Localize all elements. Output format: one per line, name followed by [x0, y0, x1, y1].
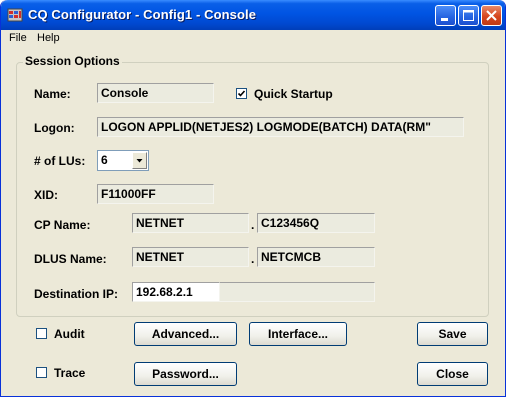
lus-value: 6: [101, 153, 108, 167]
trace-label[interactable]: Trace: [54, 366, 85, 380]
menu-file[interactable]: File: [9, 32, 27, 44]
audit-label[interactable]: Audit: [54, 327, 85, 341]
maximize-icon: [463, 10, 474, 21]
menu-help[interactable]: Help: [37, 32, 60, 44]
cp-name-field-2[interactable]: C123456Q: [257, 213, 375, 233]
close-button[interactable]: Close: [417, 362, 488, 386]
name-field[interactable]: Console: [97, 83, 214, 103]
dlus-name-label: DLUS Name:: [34, 252, 107, 266]
advanced-button[interactable]: Advanced...: [134, 322, 237, 346]
maximize-button[interactable]: [458, 5, 479, 26]
lus-select[interactable]: 6: [97, 150, 149, 171]
configurator-window: CQ Configurator - Config1 - Console File…: [0, 0, 506, 397]
minimize-icon: [441, 18, 448, 21]
dlus-name-field-2[interactable]: NETCMCB: [257, 247, 375, 267]
dlus-name-separator: .: [251, 252, 255, 266]
quick-startup-label[interactable]: Quick Startup: [254, 87, 333, 101]
dlus-name-field-1[interactable]: NETNET: [132, 247, 249, 267]
audit-checkbox[interactable]: [36, 328, 47, 339]
destination-ip-edit[interactable]: 192.68.2.1: [132, 282, 220, 302]
title-bar[interactable]: CQ Configurator - Config1 - Console: [1, 0, 505, 30]
window-title: CQ Configurator - Config1 - Console: [28, 7, 257, 22]
cp-name-label: CP Name:: [34, 218, 91, 232]
cp-name-field-1[interactable]: NETNET: [132, 213, 249, 233]
interface-button[interactable]: Interface...: [249, 322, 347, 346]
destination-ip-label: Destination IP:: [34, 287, 119, 301]
password-button[interactable]: Password...: [134, 362, 237, 386]
name-label: Name:: [34, 87, 71, 101]
close-icon: [486, 10, 497, 21]
trace-checkbox[interactable]: [36, 367, 47, 378]
session-options-label: Session Options: [23, 54, 122, 68]
session-options-group: [16, 62, 489, 317]
xid-label: XID:: [34, 188, 58, 202]
logon-label: Logon:: [34, 121, 75, 135]
checkmark-icon: [237, 90, 246, 97]
cp-name-separator: .: [251, 218, 255, 232]
app-icon: [7, 8, 23, 22]
minimize-button[interactable]: [435, 5, 456, 26]
logon-field[interactable]: LOGON APPLID(NETJES2) LOGMODE(BATCH) DAT…: [97, 117, 464, 137]
menu-bar: File Help: [1, 30, 505, 48]
dropdown-button[interactable]: [132, 152, 147, 169]
lus-label: # of LUs:: [34, 154, 86, 168]
chevron-down-icon: [136, 159, 143, 163]
quick-startup-checkbox[interactable]: [236, 88, 247, 99]
close-window-button[interactable]: [481, 5, 502, 26]
xid-field[interactable]: F11000FF: [97, 184, 214, 204]
save-button[interactable]: Save: [417, 322, 488, 346]
